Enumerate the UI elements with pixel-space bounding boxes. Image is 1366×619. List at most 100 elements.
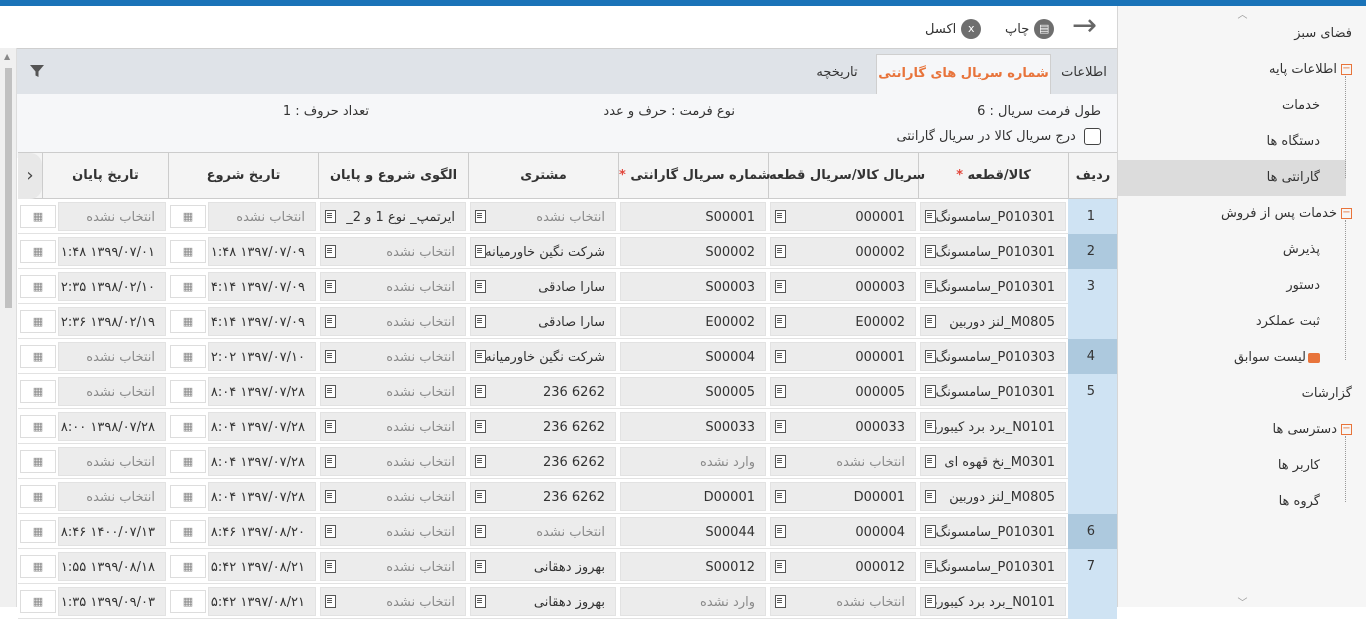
calendar-icon[interactable]: ▦: [170, 485, 206, 508]
calendar-icon[interactable]: ▦: [170, 205, 206, 228]
calendar-icon[interactable]: ▦: [20, 520, 56, 543]
item-picker-icon[interactable]: [924, 420, 937, 433]
include-item-serial-option[interactable]: درج سریال کالا در سریال گارانتی: [897, 128, 1101, 145]
end-date-cell[interactable]: ۱۳۹۸/۰۲/۱۰ ۱۲:۳۵: [58, 272, 166, 301]
item-picker-icon[interactable]: [924, 280, 937, 293]
calendar-icon[interactable]: ▦: [20, 205, 56, 228]
customer-picker-icon[interactable]: [474, 560, 487, 573]
item-picker-icon[interactable]: [924, 455, 937, 468]
calendar-icon[interactable]: ▦: [170, 555, 206, 578]
item-serial-picker-icon[interactable]: [774, 455, 787, 468]
warranty-serial-cell[interactable]: وارد نشده: [620, 587, 766, 616]
sidebar-item[interactable]: دستگاه ها: [1266, 124, 1320, 160]
start-date-cell[interactable]: ۱۳۹۷/۰۸/۲۱ ۱۵:۴۲: [208, 552, 316, 581]
table-row[interactable]: M0805_لنز دوربین E00002 E00002 سارا صادقی ان…: [18, 304, 1117, 339]
end-date-cell[interactable]: ۱۳۹۹/۰۷/۰۱ ۱۱:۴۸: [58, 237, 166, 266]
end-date-cell[interactable]: ۱۴۰۰/۰۷/۱۳ ۰۸:۴۶: [58, 517, 166, 546]
item-cell[interactable]: P010301_سامسونگ: [920, 202, 1066, 231]
item-picker-icon[interactable]: [924, 560, 937, 573]
tab-info[interactable]: اطلاعات: [1051, 54, 1117, 95]
item-serial-cell[interactable]: 000033: [770, 412, 916, 441]
item-serial-picker-icon[interactable]: [774, 210, 787, 223]
start-date-cell[interactable]: ۱۳۹۷/۰۷/۲۸ ۰۸:۰۴: [208, 412, 316, 441]
warranty-serial-cell[interactable]: S00005: [620, 377, 766, 406]
item-picker-icon[interactable]: [924, 245, 937, 258]
table-row[interactable]: 7 P010301_سامسونگ 000012 S00012 بهروز دهقانی…: [18, 549, 1117, 584]
table-row[interactable]: 5 P010301_سامسونگ 000005 S00005 6262 236 انتخ…: [18, 374, 1117, 409]
customer-cell[interactable]: 6262 236: [470, 482, 616, 511]
start-date-cell[interactable]: انتخاب نشده: [208, 202, 316, 231]
customer-picker-icon[interactable]: [474, 280, 487, 293]
end-date-cell[interactable]: انتخاب نشده: [58, 342, 166, 371]
customer-cell[interactable]: 6262 236: [470, 447, 616, 476]
include-item-serial-checkbox[interactable]: [1084, 128, 1101, 145]
item-picker-icon[interactable]: [924, 385, 937, 398]
item-serial-cell[interactable]: 000005: [770, 377, 916, 406]
item-serial-cell[interactable]: 000004: [770, 517, 916, 546]
collapse-icon[interactable]: −: [1341, 208, 1352, 219]
table-row[interactable]: M0301_نخ قهوه ای انتخاب نشده وارد نشده 6262…: [18, 444, 1117, 479]
item-serial-picker-icon[interactable]: [774, 490, 787, 503]
start-date-cell[interactable]: ۱۳۹۷/۰۷/۰۹ ۱۱:۴۸: [208, 237, 316, 266]
calendar-icon[interactable]: ▦: [170, 345, 206, 368]
customer-cell[interactable]: 6262 236: [470, 412, 616, 441]
pattern-picker-icon[interactable]: [324, 560, 337, 573]
calendar-icon[interactable]: ▦: [170, 415, 206, 438]
item-serial-cell[interactable]: انتخاب نشده: [770, 447, 916, 476]
pattern-picker-icon[interactable]: [324, 245, 337, 258]
customer-picker-icon[interactable]: [474, 245, 487, 258]
chevron-right-icon[interactable]: ›: [18, 153, 42, 199]
end-date-cell[interactable]: انتخاب نشده: [58, 202, 166, 231]
start-date-cell[interactable]: ۱۳۹۷/۰۸/۲۱ ۱۵:۴۲: [208, 587, 316, 616]
customer-picker-icon[interactable]: [474, 420, 487, 433]
table-row[interactable]: 3 P010301_سامسونگ 000003 S00003 سارا صادقی ان…: [18, 269, 1117, 304]
pattern-picker-icon[interactable]: [324, 420, 337, 433]
pattern-picker-icon[interactable]: [324, 385, 337, 398]
calendar-icon[interactable]: ▦: [20, 415, 56, 438]
pattern-cell[interactable]: انتخاب نشده: [320, 447, 466, 476]
warranty-serial-cell[interactable]: D00001: [620, 482, 766, 511]
pattern-picker-icon[interactable]: [324, 595, 337, 608]
item-serial-cell[interactable]: 000012: [770, 552, 916, 581]
customer-picker-icon[interactable]: [474, 350, 487, 363]
pattern-cell[interactable]: انتخاب نشده: [320, 272, 466, 301]
scroll-up-icon[interactable]: ▲: [4, 52, 10, 61]
pattern-picker-icon[interactable]: [324, 525, 337, 538]
warranty-serial-cell[interactable]: S00003: [620, 272, 766, 301]
calendar-icon[interactable]: ▦: [170, 240, 206, 263]
calendar-icon[interactable]: ▦: [20, 555, 56, 578]
item-serial-cell[interactable]: 000002: [770, 237, 916, 266]
pattern-cell[interactable]: ایرتمپ_ نوع 1 و 2_: [320, 202, 466, 231]
start-date-cell[interactable]: ۱۳۹۷/۰۷/۲۸ ۰۸:۰۴: [208, 377, 316, 406]
item-serial-picker-icon[interactable]: [774, 280, 787, 293]
warranty-serial-cell[interactable]: S00002: [620, 237, 766, 266]
warranty-serial-cell[interactable]: S00001: [620, 202, 766, 231]
pattern-cell[interactable]: انتخاب نشده: [320, 342, 466, 371]
sidebar-item[interactable]: خدمات: [1282, 88, 1320, 124]
pattern-picker-icon[interactable]: [324, 490, 337, 503]
item-serial-cell[interactable]: 000001: [770, 202, 916, 231]
start-date-cell[interactable]: ۱۳۹۷/۰۸/۲۰ ۰۸:۴۶: [208, 517, 316, 546]
customer-picker-icon[interactable]: [474, 490, 487, 503]
tab-history[interactable]: تاریخچه: [798, 54, 876, 95]
item-cell[interactable]: P010301_سامسونگ: [920, 272, 1066, 301]
customer-picker-icon[interactable]: [474, 315, 487, 328]
item-picker-icon[interactable]: [924, 315, 937, 328]
item-serial-cell[interactable]: 000001: [770, 342, 916, 371]
end-date-cell[interactable]: ۱۳۹۹/۰۹/۰۳ ۱۱:۳۵: [58, 587, 166, 616]
sidebar-item[interactable]: ثبت عملکرد: [1256, 304, 1320, 340]
item-cell[interactable]: P010301_سامسونگ: [920, 552, 1066, 581]
arrow-right-icon[interactable]: →: [1072, 10, 1097, 42]
sidebar-item[interactable]: کاربر ها: [1278, 448, 1320, 484]
vertical-scrollbar[interactable]: ▲: [0, 48, 17, 607]
calendar-icon[interactable]: ▦: [170, 450, 206, 473]
item-serial-cell[interactable]: E00002: [770, 307, 916, 336]
pattern-cell[interactable]: انتخاب نشده: [320, 412, 466, 441]
sidebar-item[interactable]: لیست سوابق: [1234, 340, 1320, 376]
item-picker-icon[interactable]: [924, 525, 937, 538]
item-serial-picker-icon[interactable]: [774, 245, 787, 258]
item-cell[interactable]: M0805_لنز دوربین: [920, 307, 1066, 336]
calendar-icon[interactable]: ▦: [20, 485, 56, 508]
calendar-icon[interactable]: ▦: [170, 275, 206, 298]
table-row[interactable]: M0805_لنز دوربین D00001 D00001 6262 236 انتخ…: [18, 479, 1117, 514]
